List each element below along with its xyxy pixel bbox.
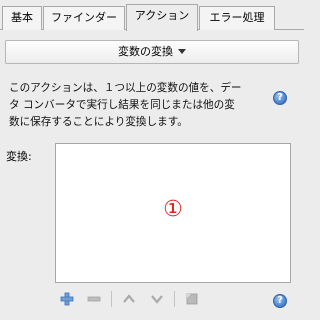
- tab-error-handling[interactable]: エラー処理: [199, 6, 275, 30]
- action-type-dropdown[interactable]: 変数の変換: [5, 40, 299, 64]
- chevron-down-icon: [151, 295, 163, 304]
- action-description: このアクションは、１つ以上の変数の値を、デー タ コンバータで実行し結果を同じま…: [9, 80, 271, 131]
- move-up-button[interactable]: [119, 289, 139, 309]
- tab-bar: 基本 ファインダー アクション エラー処理: [0, 0, 304, 31]
- add-button[interactable]: [57, 289, 77, 309]
- edit-icon: [186, 293, 198, 305]
- toolbar-separator: [111, 291, 112, 307]
- tab-action[interactable]: アクション: [126, 4, 198, 31]
- tab-basic[interactable]: 基本: [2, 6, 42, 30]
- chevron-down-icon: [178, 48, 186, 54]
- transform-list[interactable]: ①: [55, 143, 291, 283]
- callout-marker: ①: [163, 197, 183, 222]
- help-icon[interactable]: ?: [273, 91, 287, 105]
- toolbar-separator: [174, 291, 175, 307]
- move-down-button[interactable]: [147, 289, 167, 309]
- description-line: タ コンバータで実行し結果を同じまたは他の変: [9, 99, 235, 111]
- description-line: このアクションは、１つ以上の変数の値を、デー: [9, 82, 242, 94]
- tab-finder[interactable]: ファインダー: [43, 6, 125, 30]
- plus-icon: [60, 292, 74, 306]
- chevron-up-icon: [123, 294, 135, 303]
- edit-button[interactable]: [182, 289, 202, 309]
- action-type-label: 変数の変換: [118, 45, 173, 58]
- description-line: 数に保存することにより変換します。: [9, 116, 188, 128]
- help-icon[interactable]: ?: [273, 294, 287, 308]
- transform-label: 変換:: [6, 150, 32, 163]
- remove-button[interactable]: [84, 289, 104, 309]
- minus-icon: [87, 296, 101, 302]
